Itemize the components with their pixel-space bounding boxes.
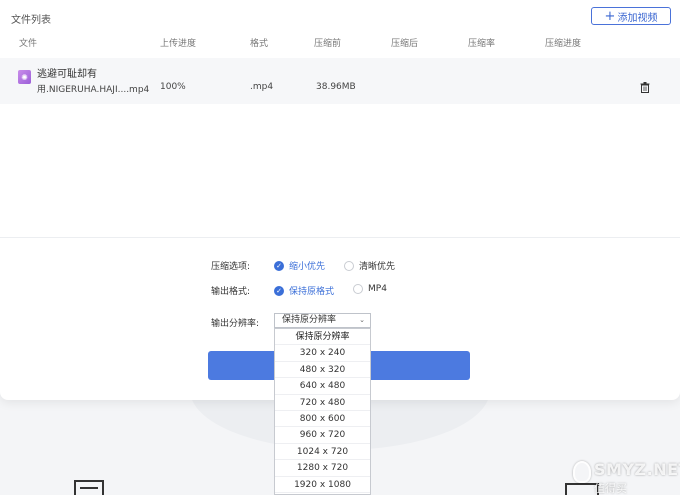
radio-mp4[interactable]: MP4 <box>353 284 387 294</box>
output-resolution-label: 输出分辨率: <box>211 319 260 329</box>
watermark-logo-icon <box>573 461 591 483</box>
header-format: 格式 <box>250 39 269 49</box>
file-name: 逃避可耻却有 <box>37 69 97 80</box>
section-divider <box>0 237 680 238</box>
header-compress-ratio: 压缩率 <box>468 39 496 49</box>
dropdown-option[interactable]: 640 x 480 <box>275 378 370 395</box>
check-icon: ✓ <box>274 285 284 296</box>
radio-shrink-first-label: 缩小优先 <box>289 262 326 272</box>
compress-option-label: 压缩选项: <box>211 262 251 272</box>
feature-icon-left <box>74 480 104 495</box>
dropdown-option[interactable]: 800 x 600 <box>275 411 370 428</box>
trash-icon[interactable] <box>640 82 650 93</box>
add-video-label: 添加视频 <box>617 12 658 24</box>
watermark-text: SMYZ.NET <box>594 460 680 479</box>
dropdown-option[interactable]: 320 x 240 <box>275 345 370 362</box>
dropdown-option[interactable]: 960 x 720 <box>275 427 370 444</box>
watermark-subtext: 值得买 <box>594 482 627 495</box>
size-before: 38.96MB <box>316 82 356 92</box>
video-file-icon: ✺ <box>18 70 31 84</box>
header-upload-progress: 上传进度 <box>160 39 197 49</box>
header-size-before: 压缩前 <box>314 39 342 49</box>
resolution-dropdown: 保持原分辨率 320 x 240 480 x 320 640 x 480 720… <box>274 328 371 495</box>
radio-empty-icon <box>344 260 354 271</box>
upload-progress: 100% <box>160 82 186 92</box>
file-path: 用.NIGERUHA.HAJI....mp4 <box>37 85 150 95</box>
radio-empty-icon <box>353 284 363 294</box>
table-row[interactable]: ✺ 逃避可耻却有 用.NIGERUHA.HAJI....mp4 100% .mp… <box>0 58 680 104</box>
dropdown-option[interactable]: 1024 x 720 <box>275 444 370 461</box>
file-format: .mp4 <box>250 82 274 92</box>
header-file: 文件 <box>19 39 38 49</box>
radio-mp4-label: MP4 <box>368 284 387 294</box>
table-header: 文件 上传进度 格式 压缩前 压缩后 压缩率 压缩进度 <box>0 36 680 52</box>
radio-clarity-first-label: 清晰优先 <box>359 262 396 272</box>
add-video-button[interactable]: + 添加视频 <box>591 7 671 25</box>
panel-title: 文件列表 <box>11 15 51 26</box>
header-compress-progress: 压缩进度 <box>545 39 582 49</box>
radio-shrink-first[interactable]: ✓ 缩小优先 <box>274 259 325 272</box>
output-format-label: 输出格式: <box>211 287 251 297</box>
dropdown-option[interactable]: 保持原分辨率 <box>275 329 370 346</box>
header-size-after: 压缩后 <box>391 39 419 49</box>
dropdown-option[interactable]: 1920 x 1080 <box>275 477 370 493</box>
resolution-select-value: 保持原分辨率 <box>282 315 337 325</box>
resolution-select[interactable]: 保持原分辨率 ⌄ <box>274 313 371 328</box>
dropdown-option[interactable]: 480 x 320 <box>275 362 370 379</box>
radio-clarity-first[interactable]: 清晰优先 <box>344 259 395 272</box>
dropdown-option[interactable]: 720 x 480 <box>275 395 370 411</box>
radio-keep-format-label: 保持原格式 <box>289 287 335 297</box>
radio-keep-format[interactable]: ✓ 保持原格式 <box>274 284 334 297</box>
check-icon: ✓ <box>274 260 284 271</box>
chevron-down-icon: ⌄ <box>359 316 365 324</box>
plus-icon: + <box>604 8 616 24</box>
dropdown-option[interactable]: 1280 x 720 <box>275 460 370 477</box>
